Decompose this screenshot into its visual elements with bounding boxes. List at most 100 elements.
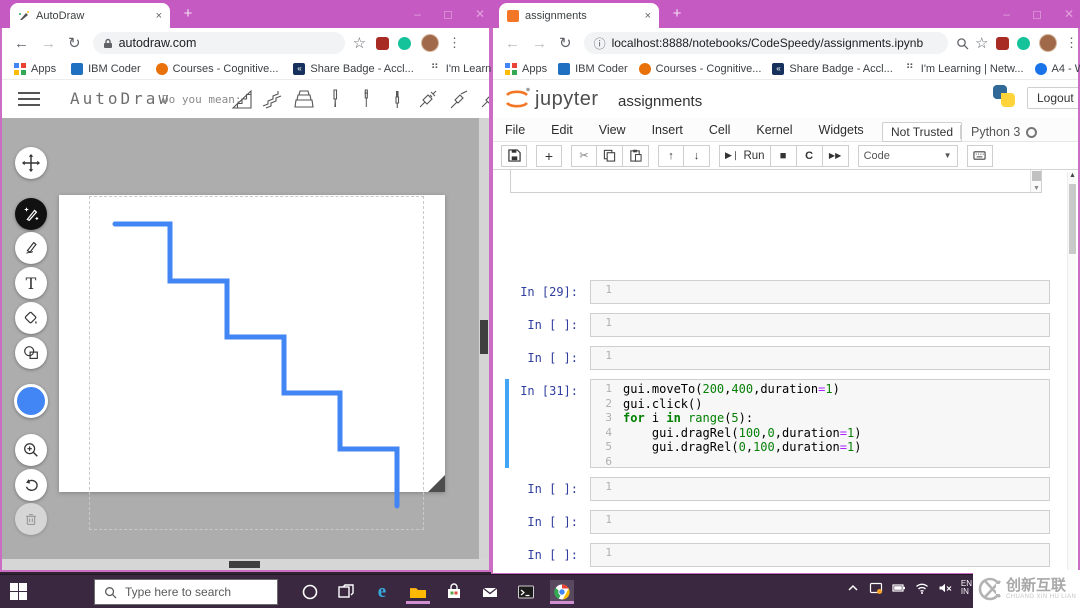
type-tool[interactable]: T — [15, 267, 47, 299]
address-bar[interactable]: ⓘ localhost:8888/notebooks/CodeSpeedy/as… — [584, 32, 949, 54]
stairs-suggestion-icon[interactable] — [230, 87, 254, 111]
bookmark-item[interactable]: A4 - Web Designin... — [1035, 63, 1080, 75]
canvas-vscroll-thumb[interactable] — [480, 320, 488, 354]
zoom-icon[interactable] — [956, 37, 969, 50]
interrupt-kernel-button[interactable]: ■ — [771, 145, 797, 167]
bookmark-star-icon[interactable]: ☆ — [975, 34, 988, 52]
profile-avatar[interactable] — [1039, 34, 1057, 52]
syringe-3-suggestion-icon[interactable] — [478, 87, 489, 111]
bookmark-item[interactable]: Apps — [14, 63, 56, 75]
tab-close-icon[interactable]: × — [645, 10, 651, 22]
extension-red-icon[interactable] — [376, 37, 389, 50]
delete-tool[interactable] — [15, 503, 47, 535]
minimize-button[interactable]: – — [1003, 7, 1010, 21]
code-text[interactable] — [617, 511, 1049, 533]
add-cell-button[interactable]: + — [536, 145, 562, 167]
chrome-menu-icon[interactable]: ⋮ — [448, 35, 461, 51]
undo-tool[interactable] — [15, 469, 47, 501]
paste-cell-button[interactable] — [623, 145, 649, 167]
extension-grammarly-icon[interactable] — [1017, 37, 1030, 50]
bookmark-item[interactable]: IBM Coder — [558, 63, 628, 75]
screwdriver-suggestion-icon[interactable] — [323, 87, 347, 111]
tab-close-icon[interactable]: × — [156, 10, 162, 22]
bookmark-star-icon[interactable]: ☆ — [353, 34, 366, 52]
language-indicator[interactable]: EN IN — [961, 580, 972, 596]
back-icon[interactable]: ← — [505, 35, 520, 52]
maximize-button[interactable]: ◻ — [1032, 7, 1042, 21]
tab-autodraw[interactable]: AutoDraw × — [10, 3, 170, 28]
close-button[interactable]: ✕ — [1064, 7, 1074, 21]
color-swatch[interactable] — [14, 384, 48, 418]
chevron-up-icon[interactable] — [846, 581, 860, 595]
chrome-menu-icon[interactable]: ⋮ — [1065, 35, 1078, 51]
fill-tool[interactable] — [15, 302, 47, 334]
canvas-vscroll-track[interactable] — [479, 118, 489, 559]
new-tab-button[interactable]: + — [180, 6, 196, 22]
code-text[interactable] — [617, 478, 1049, 500]
empty-cell-input[interactable]: 1 — [590, 510, 1050, 534]
draw-tool[interactable] — [15, 232, 47, 264]
bookmark-item[interactable]: Apps — [505, 63, 547, 75]
chrome-icon[interactable] — [550, 580, 574, 604]
code-text[interactable] — [617, 281, 1049, 303]
menu-insert[interactable]: Insert — [652, 123, 683, 137]
bookmark-item[interactable]: «Share Badge - Accl... — [772, 63, 892, 75]
profile-avatar[interactable] — [421, 34, 439, 52]
copy-cell-button[interactable] — [597, 145, 623, 167]
menu-widgets[interactable]: Widgets — [819, 123, 864, 137]
tray-app-icon[interactable] — [869, 581, 883, 595]
close-button[interactable]: ✕ — [475, 7, 485, 21]
shape-tool[interactable] — [15, 337, 47, 369]
cut-cell-button[interactable]: ✂ — [571, 145, 597, 167]
command-palette-button[interactable] — [967, 145, 993, 167]
save-button[interactable] — [501, 145, 527, 167]
titlebar-left[interactable]: AutoDraw × + – ◻ ✕ — [0, 0, 491, 28]
canvas-hscroll-track[interactable] — [2, 559, 489, 570]
forward-icon[interactable]: → — [532, 35, 547, 52]
store-icon[interactable] — [442, 580, 466, 604]
empty-cell-input[interactable]: 1 — [590, 477, 1050, 501]
code-text[interactable] — [617, 347, 1049, 369]
screwdriver-2-suggestion-icon[interactable] — [354, 87, 378, 111]
new-tab-button[interactable]: + — [669, 6, 685, 22]
screwdriver-3-suggestion-icon[interactable] — [385, 87, 409, 111]
minimize-button[interactable]: – — [414, 7, 421, 21]
menu-file[interactable]: File — [505, 123, 525, 137]
menu-hamburger-icon[interactable] — [18, 92, 40, 110]
logout-button[interactable]: Logout — [1027, 87, 1078, 109]
notebook-scrollbar[interactable]: ▲ — [1067, 172, 1076, 571]
tab-assignments[interactable]: assignments × — [499, 3, 659, 28]
menu-cell[interactable]: Cell — [709, 123, 731, 137]
reload-icon[interactable]: ↻ — [559, 34, 572, 52]
taskbar-search-box[interactable]: Type here to search — [94, 579, 278, 605]
move-cell-up-button[interactable]: ↑ — [658, 145, 684, 167]
canvas-hscroll-thumb[interactable] — [229, 561, 260, 568]
tiered-cake-suggestion-icon[interactable] — [292, 87, 316, 111]
output-scrollbar[interactable]: ▼ — [1030, 170, 1041, 192]
run-cell-button[interactable]: ▶❘Run — [719, 145, 771, 167]
empty-cell-input[interactable]: 1 — [590, 543, 1050, 567]
battery-icon[interactable] — [892, 581, 906, 595]
restart-kernel-button[interactable]: C — [797, 145, 823, 167]
info-icon[interactable]: ⓘ — [594, 35, 606, 52]
trust-status-button[interactable]: Not Trusted — [882, 122, 962, 142]
extension-red-icon[interactable] — [996, 37, 1009, 50]
output-scroll-area[interactable]: x=1331 y=269 x=1331 y=269Exit ▼ — [510, 170, 1042, 193]
autodraw-tool[interactable] — [15, 198, 47, 230]
syringe-2-suggestion-icon[interactable] — [447, 87, 471, 111]
titlebar-right[interactable]: assignments × + – ◻ ✕ — [491, 0, 1080, 28]
start-button[interactable] — [10, 583, 27, 600]
empty-cell-input[interactable]: 1 — [590, 346, 1050, 370]
bookmark-item[interactable]: «Share Badge - Accl... — [293, 63, 413, 75]
wifi-icon[interactable] — [915, 581, 929, 595]
maximize-button[interactable]: ◻ — [443, 7, 453, 21]
file-explorer-icon[interactable] — [406, 580, 430, 604]
menu-kernel[interactable]: Kernel — [756, 123, 792, 137]
back-icon[interactable]: ← — [14, 35, 29, 52]
zoom-tool[interactable] — [15, 434, 47, 466]
bookmark-item[interactable]: Courses - Cognitive... — [156, 63, 279, 75]
console-icon[interactable] — [514, 580, 538, 604]
extension-grammarly-icon[interactable] — [398, 37, 411, 50]
code-text[interactable] — [617, 544, 1049, 566]
task-view-icon[interactable] — [334, 580, 358, 604]
